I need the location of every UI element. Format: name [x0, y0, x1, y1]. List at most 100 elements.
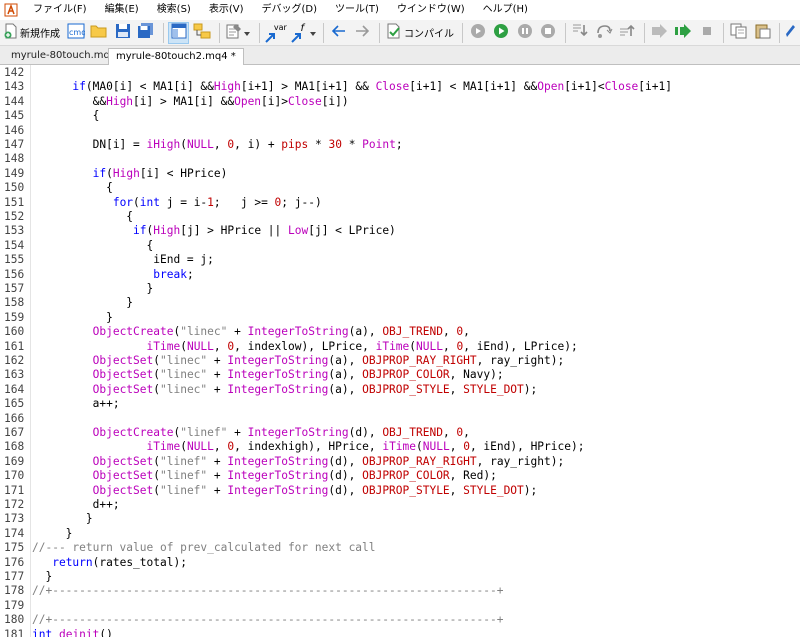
compile-button[interactable]: コンパイル	[384, 22, 456, 44]
code-line[interactable]: 175 //--- return value of prev_calculated…	[0, 541, 800, 555]
code-text: &&High[i] > MA1[i] &&Open[i]>Close[i])	[32, 95, 349, 109]
code-line[interactable]: 159 }	[0, 311, 800, 325]
code-line[interactable]: 151 for(int j = i-1; j >= 0; j--)	[0, 196, 800, 210]
code-token: Open	[537, 80, 565, 94]
code-line[interactable]: 153 if(High[j] > HPrice || Low[j] < LPri…	[0, 224, 800, 238]
code-line[interactable]: 152 {	[0, 210, 800, 224]
step-over-button[interactable]	[593, 22, 614, 44]
code-line[interactable]: 178 //+----------------------------------…	[0, 584, 800, 598]
code-token: ()	[99, 627, 113, 637]
save-button[interactable]	[112, 22, 133, 44]
code-line[interactable]: 157 }	[0, 282, 800, 296]
insert-variable-button[interactable]: var	[264, 22, 287, 44]
code-line[interactable]: 161 iTime(NULL, 0, indexlow), LPrice, iT…	[0, 340, 800, 354]
toggle-breakpoint-button[interactable]	[649, 22, 670, 44]
line-number: 161	[4, 339, 25, 353]
menu-help[interactable]: ヘルプ(H)	[474, 0, 537, 20]
copy-button[interactable]	[728, 22, 749, 44]
start-debug-button[interactable]	[490, 22, 511, 44]
menu-window[interactable]: ウインドウ(W)	[388, 0, 474, 20]
code-line[interactable]: 173 }	[0, 512, 800, 526]
code-token: ObjectCreate	[92, 325, 174, 339]
new-wizard-button[interactable]: cmq	[65, 22, 86, 44]
stop-button[interactable]	[537, 22, 558, 44]
code-line[interactable]: 171 ObjectSet("linef" + IntegerToString(…	[0, 484, 800, 498]
line-number: 175	[4, 541, 25, 555]
pause-button[interactable]	[514, 22, 535, 44]
code-line[interactable]: 166	[0, 412, 800, 426]
code-text: ObjectSet("linec" + IntegerToString(a), …	[32, 354, 565, 368]
code-line[interactable]: 167 ObjectCreate("linef" + IntegerToStri…	[0, 426, 800, 440]
code-line[interactable]: 148	[0, 152, 800, 166]
code-line[interactable]: 174 }	[0, 527, 800, 541]
tab-myrule-80touch[interactable]: myrule-80touch.mq4	[4, 48, 123, 65]
code-line[interactable]: 145 {	[0, 109, 800, 123]
paste-button[interactable]	[752, 22, 773, 44]
go-to-line-button[interactable]	[673, 22, 694, 44]
open-button[interactable]	[88, 22, 109, 44]
code-line[interactable]: 146	[0, 124, 800, 138]
code-token: IntegerToString	[227, 469, 329, 483]
code-token: }	[32, 512, 93, 526]
code-token: &&	[32, 94, 107, 108]
code-line[interactable]: 163 ObjectSet("linec" + IntegerToString(…	[0, 368, 800, 382]
menu-file[interactable]: ファイル(F)	[24, 0, 96, 20]
tab-myrule-80touch2[interactable]: myrule-80touch2.mq4 *	[108, 48, 244, 65]
code-line[interactable]: 164 ObjectSet("linec" + IntegerToString(…	[0, 383, 800, 397]
code-line[interactable]: 160 ObjectCreate("linec" + IntegerToStri…	[0, 325, 800, 339]
code-line[interactable]: 179	[0, 599, 800, 613]
code-editor[interactable]: 142 143 if(MA0[i] < MA1[i] &&High[i+1] > …	[0, 65, 800, 637]
more-tools-button[interactable]	[784, 22, 798, 44]
code-text: {	[32, 239, 154, 253]
step-out-button[interactable]	[617, 22, 638, 44]
forward-button[interactable]	[352, 22, 373, 44]
menu-tools[interactable]: ツール(T)	[326, 0, 388, 20]
code-line[interactable]: 150 {	[0, 181, 800, 195]
code-line[interactable]: 162 ObjectSet("linec" + IntegerToString(…	[0, 354, 800, 368]
code-token: ObjectSet	[92, 454, 154, 468]
code-line[interactable]: 180 //+----------------------------------…	[0, 613, 800, 627]
line-number: 166	[4, 411, 25, 425]
insert-function-button[interactable]: f	[288, 22, 317, 44]
code-line[interactable]: 169 ObjectSet("linef" + IntegerToString(…	[0, 455, 800, 469]
code-line[interactable]: 155 iEnd = j;	[0, 253, 800, 267]
menu-edit[interactable]: 編集(E)	[96, 0, 148, 20]
code-line[interactable]: 144 &&High[i] > MA1[i] &&Open[i]>Close[i…	[0, 95, 800, 109]
code-line[interactable]: 158 }	[0, 296, 800, 310]
save-all-button[interactable]	[135, 22, 156, 44]
code-token: OBJ_TREND	[382, 426, 443, 439]
code-line[interactable]: 176 return(rates_total);	[0, 556, 800, 570]
code-token: (	[180, 339, 187, 353]
navigator-toggle-button[interactable]	[167, 21, 190, 44]
code-line[interactable]: 154 {	[0, 239, 800, 253]
code-line[interactable]: 156 break;	[0, 268, 800, 282]
code-token: //+-------------------------------------…	[32, 613, 504, 627]
back-button[interactable]	[328, 22, 349, 44]
toolbar-separator	[218, 22, 220, 43]
code-line[interactable]: 177 }	[0, 570, 800, 584]
code-token: , Red);	[449, 469, 497, 483]
code-line[interactable]: 168 iTime(NULL, 0, indexhigh), HPrice, i…	[0, 440, 800, 454]
code-line[interactable]: 147 DN[i] = iHigh(NULL, 0, i) + pips * 3…	[0, 138, 800, 152]
code-line[interactable]: 142	[0, 66, 800, 80]
debug-history-button[interactable]	[467, 22, 488, 44]
profiling-button[interactable]	[696, 22, 717, 44]
menu-view[interactable]: 表示(V)	[200, 0, 253, 20]
code-line[interactable]: 165 a++;	[0, 397, 800, 411]
step-into-button[interactable]	[570, 22, 591, 44]
code-line[interactable]: 172 d++;	[0, 498, 800, 512]
code-token: , i) +	[234, 138, 282, 151]
code-line[interactable]: 143 if(MA0[i] < MA1[i] &&High[i+1] > MA1…	[0, 80, 800, 94]
folder-tree-icon	[193, 23, 211, 42]
new-file-button[interactable]: 新規作成	[1, 22, 63, 44]
menu-search[interactable]: 検索(S)	[148, 0, 200, 20]
code-text: ObjectSet("linef" + IntegerToString(d), …	[32, 469, 497, 483]
code-line[interactable]: 181 int deinit()	[0, 628, 800, 637]
code-token: +	[207, 469, 228, 483]
toolbox-toggle-button[interactable]	[191, 22, 212, 44]
code-line[interactable]: 170 ObjectSet("linef" + IntegerToString(…	[0, 469, 800, 483]
styler-button[interactable]	[224, 22, 253, 44]
menu-debug[interactable]: デバッグ(D)	[253, 0, 327, 20]
code-line[interactable]: 149 if(High[i] < HPrice)	[0, 167, 800, 181]
